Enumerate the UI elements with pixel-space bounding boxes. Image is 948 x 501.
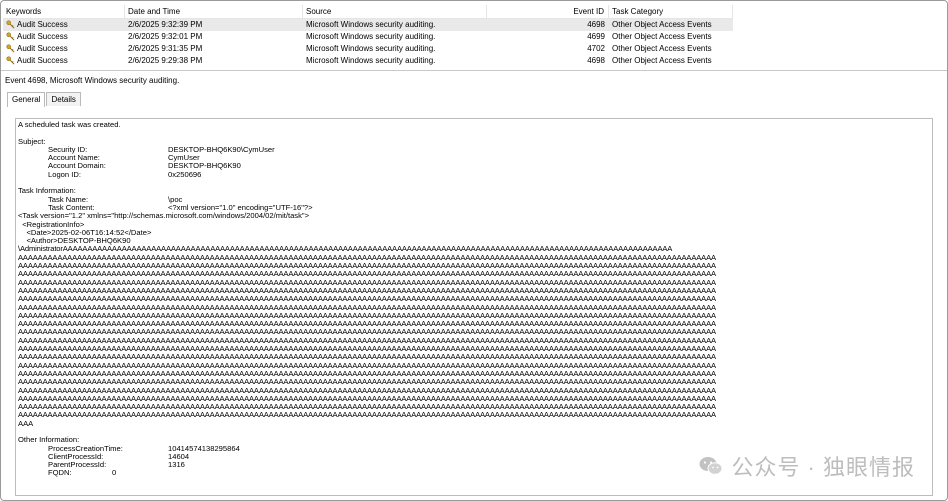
account-domain-row: Account Domain: DESKTOP-BHQ6K90 <box>18 162 932 171</box>
wechat-icon <box>699 457 723 475</box>
author-payload-line: AAAAAAAAAAAAAAAAAAAAAAAAAAAAAAAAAAAAAAAA… <box>18 345 716 354</box>
event-list-header: Keywords Date and Time Source Event ID T… <box>3 5 733 19</box>
author-payload-line: AAAAAAAAAAAAAAAAAAAAAAAAAAAAAAAAAAAAAAAA… <box>18 328 716 337</box>
column-header-task-category[interactable]: Task Category <box>609 5 733 19</box>
tab-general[interactable]: General <box>7 92 46 107</box>
task-content-label: Task Content: <box>48 202 95 212</box>
key-icon <box>6 44 15 53</box>
author-payload-line: AAAAAAAAAAAAAAAAAAAAAAAAAAAAAAAAAAAAAAAA… <box>18 411 716 420</box>
column-header-keywords[interactable]: Keywords <box>3 5 125 19</box>
other-info-header: Other Information: <box>18 436 80 445</box>
author-payload-line: AAAAAAAAAAAAAAAAAAAAAAAAAAAAAAAAAAAAAAAA… <box>18 369 716 378</box>
key-icon <box>6 56 15 65</box>
fqdn-value: 0 <box>112 468 117 478</box>
row-source: Microsoft Windows security auditing. <box>306 32 436 41</box>
row-task-category: Other Object Access Events <box>612 20 712 29</box>
author-payload-line: AAAAAAAAAAAAAAAAAAAAAAAAAAAAAAAAAAAAAAAA… <box>18 286 716 295</box>
author-payload-line: AAAAAAAAAAAAAAAAAAAAAAAAAAAAAAAAAAAAAAAA… <box>18 361 716 370</box>
watermark-text: 公众号 · 独眼情报 <box>731 455 915 480</box>
row-source: Microsoft Windows security auditing. <box>306 56 436 65</box>
author-payload-line: AAAAAAAAAAAAAAAAAAAAAAAAAAAAAAAAAAAAAAAA… <box>18 386 716 395</box>
author-payload-line: AAAAAAAAAAAAAAAAAAAAAAAAAAAAAAAAAAAAAAAA… <box>18 253 716 262</box>
detail-tabs: General Details <box>7 92 82 107</box>
table-row[interactable]: Audit Success 2/6/2025 9:31:35 PM Micros… <box>3 43 733 55</box>
xml-task-line: <Task version="1.2" xmlns="http://schema… <box>18 212 310 221</box>
xml-date-line: <Date>2025-02-06T16:14:52</Date> <box>18 228 152 237</box>
logon-id-label: Logon ID: <box>48 169 81 179</box>
author-payload-line: AAAAAAAAAAAAAAAAAAAAAAAAAAAAAAAAAAAAAAAA… <box>18 295 716 304</box>
author-payload-line: AAAAAAAAAAAAAAAAAAAAAAAAAAAAAAAAAAAAAAAA… <box>18 394 716 403</box>
row-source: Microsoft Windows security auditing. <box>306 20 436 29</box>
event-title: Event 4698, Microsoft Windows security a… <box>5 76 180 85</box>
logon-id-row: Logon ID: 0x250696 <box>18 169 932 179</box>
event-description: A scheduled task was created. Subject: S… <box>18 121 932 478</box>
author-payload-line: AAAAAAAAAAAAAAAAAAAAAAAAAAAAAAAAAAAAAAAA… <box>18 278 716 287</box>
column-header-event-id[interactable]: Event ID <box>487 5 609 19</box>
logon-id-value: 0x250696 <box>168 169 202 179</box>
row-keyword: Audit Success <box>17 32 68 41</box>
author-payload-line: AAAAAAAAAAAAAAAAAAAAAAAAAAAAAAAAAAAAAAAA… <box>18 336 716 345</box>
column-header-source[interactable]: Source <box>303 5 487 19</box>
row-keyword: Audit Success <box>17 44 68 53</box>
author-payload-line: AAAAAAAAAAAAAAAAAAAAAAAAAAAAAAAAAAAAAAAA… <box>18 270 716 279</box>
row-date: 2/6/2025 9:29:38 PM <box>128 56 203 65</box>
task-name-row: Task Name: \poc <box>18 195 932 204</box>
row-date: 2/6/2025 9:32:39 PM <box>128 20 203 29</box>
event-list: Keywords Date and Time Source Event ID T… <box>3 5 733 67</box>
account-name-row: Account Name: CymUser <box>18 153 932 162</box>
event-detail-panel[interactable]: A scheduled task was created. Subject: S… <box>15 118 933 496</box>
author-payload-tail: AAA <box>18 419 34 428</box>
event-summary: A scheduled task was created. <box>18 121 121 129</box>
task-content-value: <?xml version="1.0" encoding="UTF-16"?> <box>168 202 313 212</box>
table-row[interactable]: Audit Success 2/6/2025 9:32:01 PM Micros… <box>3 31 733 43</box>
row-task-category: Other Object Access Events <box>612 56 712 65</box>
author-payload-line: AAAAAAAAAAAAAAAAAAAAAAAAAAAAAAAAAAAAAAAA… <box>18 353 716 362</box>
author-payload-line: AAAAAAAAAAAAAAAAAAAAAAAAAAAAAAAAAAAAAAAA… <box>18 262 716 271</box>
task-info-header: Task Information: <box>18 187 76 196</box>
task-content-row: Task Content: <?xml version="1.0" encodi… <box>18 202 932 212</box>
row-event-id: 4698 <box>587 56 605 65</box>
row-task-category: Other Object Access Events <box>612 32 712 41</box>
key-icon <box>6 32 15 41</box>
author-payload-line: AAAAAAAAAAAAAAAAAAAAAAAAAAAAAAAAAAAAAAAA… <box>18 303 716 312</box>
event-viewer-window: Keywords Date and Time Source Event ID T… <box>0 0 948 501</box>
xml-reginfo-line: <RegistrationInfo> <box>18 220 85 229</box>
table-row[interactable]: Audit Success 2/6/2025 9:29:38 PM Micros… <box>3 55 733 67</box>
parent-pid-value: 1316 <box>168 460 185 470</box>
author-payload-line: AAAAAAAAAAAAAAAAAAAAAAAAAAAAAAAAAAAAAAAA… <box>18 378 716 387</box>
row-keyword: Audit Success <box>17 56 68 65</box>
row-event-id: 4698 <box>587 20 605 29</box>
xml-author-line: <Author>DESKTOP-BHQ6K90 <box>18 237 131 246</box>
tab-details[interactable]: Details <box>46 92 81 106</box>
author-payload-line: AAAAAAAAAAAAAAAAAAAAAAAAAAAAAAAAAAAAAAAA… <box>18 311 716 320</box>
row-date: 2/6/2025 9:32:01 PM <box>128 32 203 41</box>
row-event-id: 4699 <box>587 32 605 41</box>
table-row[interactable]: Audit Success 2/6/2025 9:32:39 PM Micros… <box>3 19 733 31</box>
fqdn-label: FQDN: <box>48 468 72 478</box>
watermark: 公众号 · 独眼情报 <box>699 450 915 482</box>
row-event-id: 4702 <box>587 44 605 53</box>
pane-splitter[interactable] <box>1 70 947 71</box>
row-source: Microsoft Windows security auditing. <box>306 44 436 53</box>
security-id-row: Security ID: DESKTOP-BHQ6K90\CymUser <box>18 145 932 154</box>
row-date: 2/6/2025 9:31:35 PM <box>128 44 203 53</box>
author-payload-line: AAAAAAAAAAAAAAAAAAAAAAAAAAAAAAAAAAAAAAAA… <box>18 403 716 412</box>
column-header-date-time[interactable]: Date and Time <box>125 5 303 19</box>
author-payload-line: \AdministratorAAAAAAAAAAAAAAAAAAAAAAAAAA… <box>18 245 673 254</box>
row-keyword: Audit Success <box>17 20 68 29</box>
key-icon <box>6 20 15 29</box>
subject-header: Subject: <box>18 137 46 146</box>
author-payload-line: AAAAAAAAAAAAAAAAAAAAAAAAAAAAAAAAAAAAAAAA… <box>18 320 716 329</box>
row-task-category: Other Object Access Events <box>612 44 712 53</box>
